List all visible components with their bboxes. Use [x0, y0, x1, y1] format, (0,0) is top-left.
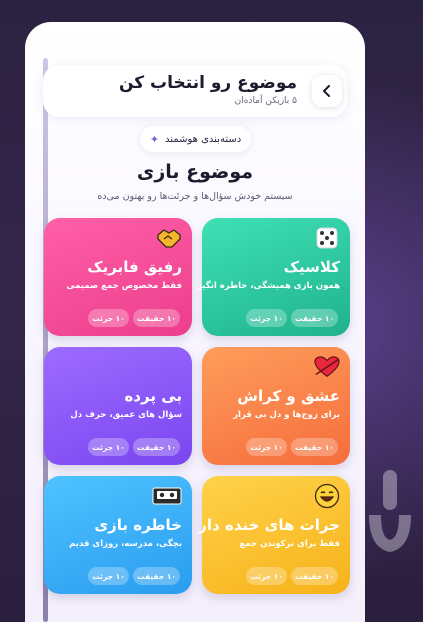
header-card: موضوع رو انتخاب کن ۵ بازیکن آماده‌ان [43, 65, 347, 117]
chevron-left-icon [323, 85, 330, 97]
truth-count-badge: ۱۰ حقیقت [133, 438, 180, 456]
app-screen: موضوع رو انتخاب کن ۵ بازیکن آماده‌ان دست… [25, 22, 365, 622]
truth-count-badge: ۱۰ حقیقت [291, 309, 338, 327]
back-button[interactable] [312, 75, 342, 107]
players-ready-label: ۵ بازیکن آماده‌ان [234, 96, 297, 106]
truth-count-badge: ۱۰ حقیقت [133, 309, 180, 327]
truth-count-badge: ۱۰ حقیقت [291, 438, 338, 456]
dare-count-badge: ۱۰ جرئت [88, 309, 129, 327]
section-title: موضوع بازی [136, 161, 254, 183]
category-card-memories[interactable]: خاطره بازی بچگی، مدرسه، روزای قدیم ۱۰ حق… [44, 476, 192, 594]
category-card-funny-dares[interactable]: جرات های خنده دار فقط برای ترکوندن جمع ۱… [198, 476, 350, 594]
heart-icon [314, 355, 340, 379]
card-title: عشق و کراش [237, 387, 340, 405]
dare-count-badge: ۱۰ جرئت [246, 309, 287, 327]
laughing-face-icon [314, 483, 340, 509]
category-card-love-crush[interactable]: عشق و کراش برای زوج‌ها و دل بی قرار ۱۰ ح… [202, 347, 350, 465]
smart-category-label: دسته‌بندی هوشمند [165, 133, 242, 145]
truth-count-badge: ۱۰ حقیقت [291, 567, 338, 585]
app-logo-watermark-icon [369, 470, 411, 552]
dare-count-badge: ۱۰ جرئت [246, 567, 287, 585]
card-description: برای زوج‌ها و دل بی قرار [233, 410, 340, 420]
sparkle-icon: ✦ [149, 132, 160, 146]
page-title: موضوع رو انتخاب کن [118, 73, 297, 93]
card-description: بچگی، مدرسه، روزای قدیم [69, 539, 182, 549]
card-title: خاطره بازی [94, 516, 182, 534]
truth-count-badge: ۱۰ حقیقت [133, 567, 180, 585]
cassette-icon [152, 484, 182, 508]
dice-icon [314, 226, 340, 250]
card-title: جرات های خنده دار [198, 516, 340, 534]
dare-count-badge: ۱۰ جرئت [246, 438, 287, 456]
dare-count-badge: ۱۰ جرئت [88, 438, 129, 456]
category-card-unveiled[interactable]: بی پرده سؤال های عمیق، حرف دل ۱۰ حقیقت ۱… [44, 347, 192, 465]
card-description: همون بازی همیشگی، خاطره انگیز [197, 281, 340, 291]
handshake-icon [156, 226, 182, 250]
category-card-classic[interactable]: کلاسیک همون بازی همیشگی، خاطره انگیز ۱۰ … [197, 218, 350, 336]
card-title: کلاسیک [283, 258, 340, 276]
dare-count-badge: ۱۰ جرئت [88, 567, 129, 585]
card-title: بی پرده [124, 387, 182, 405]
card-description: فقط مخصوص جمع صمیمی [66, 281, 182, 291]
smart-category-button[interactable]: دسته‌بندی هوشمند ✦ [140, 126, 251, 152]
card-description: سؤال های عمیق، حرف دل [70, 410, 182, 420]
category-card-best-friend[interactable]: رفیق فابریک فقط مخصوص جمع صمیمی ۱۰ حقیقت… [44, 218, 192, 336]
card-description: فقط برای ترکوندن جمع [239, 539, 340, 549]
card-title: رفیق فابریک [87, 258, 182, 276]
section-subtitle: سیستم خودش سؤال‌ها و جرئت‌ها رو بهتون می… [97, 191, 293, 202]
